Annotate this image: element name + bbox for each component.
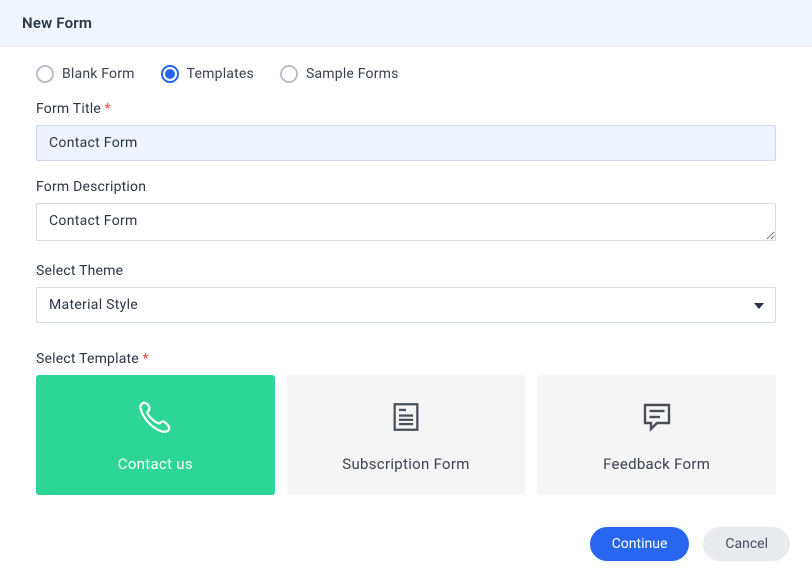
radio-label: Templates bbox=[187, 66, 254, 82]
template-card-label: Subscription Form bbox=[342, 455, 470, 473]
template-card-contact-us[interactable]: Contact us bbox=[36, 375, 275, 495]
dialog-header: New Form bbox=[0, 0, 812, 47]
dialog-footer: Continue Cancel bbox=[0, 527, 812, 575]
dialog-title: New Form bbox=[22, 14, 790, 32]
form-title-label: Form Title * bbox=[36, 101, 776, 117]
continue-button[interactable]: Continue bbox=[590, 527, 690, 561]
radio-label: Blank Form bbox=[62, 66, 135, 82]
form-description-label: Form Description bbox=[36, 179, 776, 195]
select-template-label: Select Template * bbox=[36, 351, 776, 367]
template-card-feedback[interactable]: Feedback Form bbox=[537, 375, 776, 495]
radio-templates[interactable]: Templates bbox=[161, 65, 254, 83]
template-card-subscription[interactable]: Subscription Form bbox=[287, 375, 526, 495]
radio-label: Sample Forms bbox=[306, 66, 399, 82]
select-theme-input[interactable]: Material Style bbox=[36, 287, 776, 323]
radio-icon bbox=[280, 65, 298, 83]
radio-icon bbox=[161, 65, 179, 83]
template-card-label: Contact us bbox=[118, 455, 193, 473]
radio-blank-form[interactable]: Blank Form bbox=[36, 65, 135, 83]
template-card-label: Feedback Form bbox=[603, 455, 710, 473]
phone-icon bbox=[135, 397, 175, 437]
form-description-input[interactable]: Contact Form bbox=[36, 203, 776, 241]
radio-sample-forms[interactable]: Sample Forms bbox=[280, 65, 399, 83]
speech-bubble-icon bbox=[637, 397, 677, 437]
radio-icon bbox=[36, 65, 54, 83]
template-card-row: Contact us Subscription Form bbox=[36, 375, 776, 495]
select-theme-label: Select Theme bbox=[36, 263, 776, 279]
newspaper-icon bbox=[386, 397, 426, 437]
form-type-radio-group: Blank Form Templates Sample Forms bbox=[36, 65, 776, 83]
form-title-input[interactable] bbox=[36, 125, 776, 161]
cancel-button[interactable]: Cancel bbox=[703, 527, 790, 561]
